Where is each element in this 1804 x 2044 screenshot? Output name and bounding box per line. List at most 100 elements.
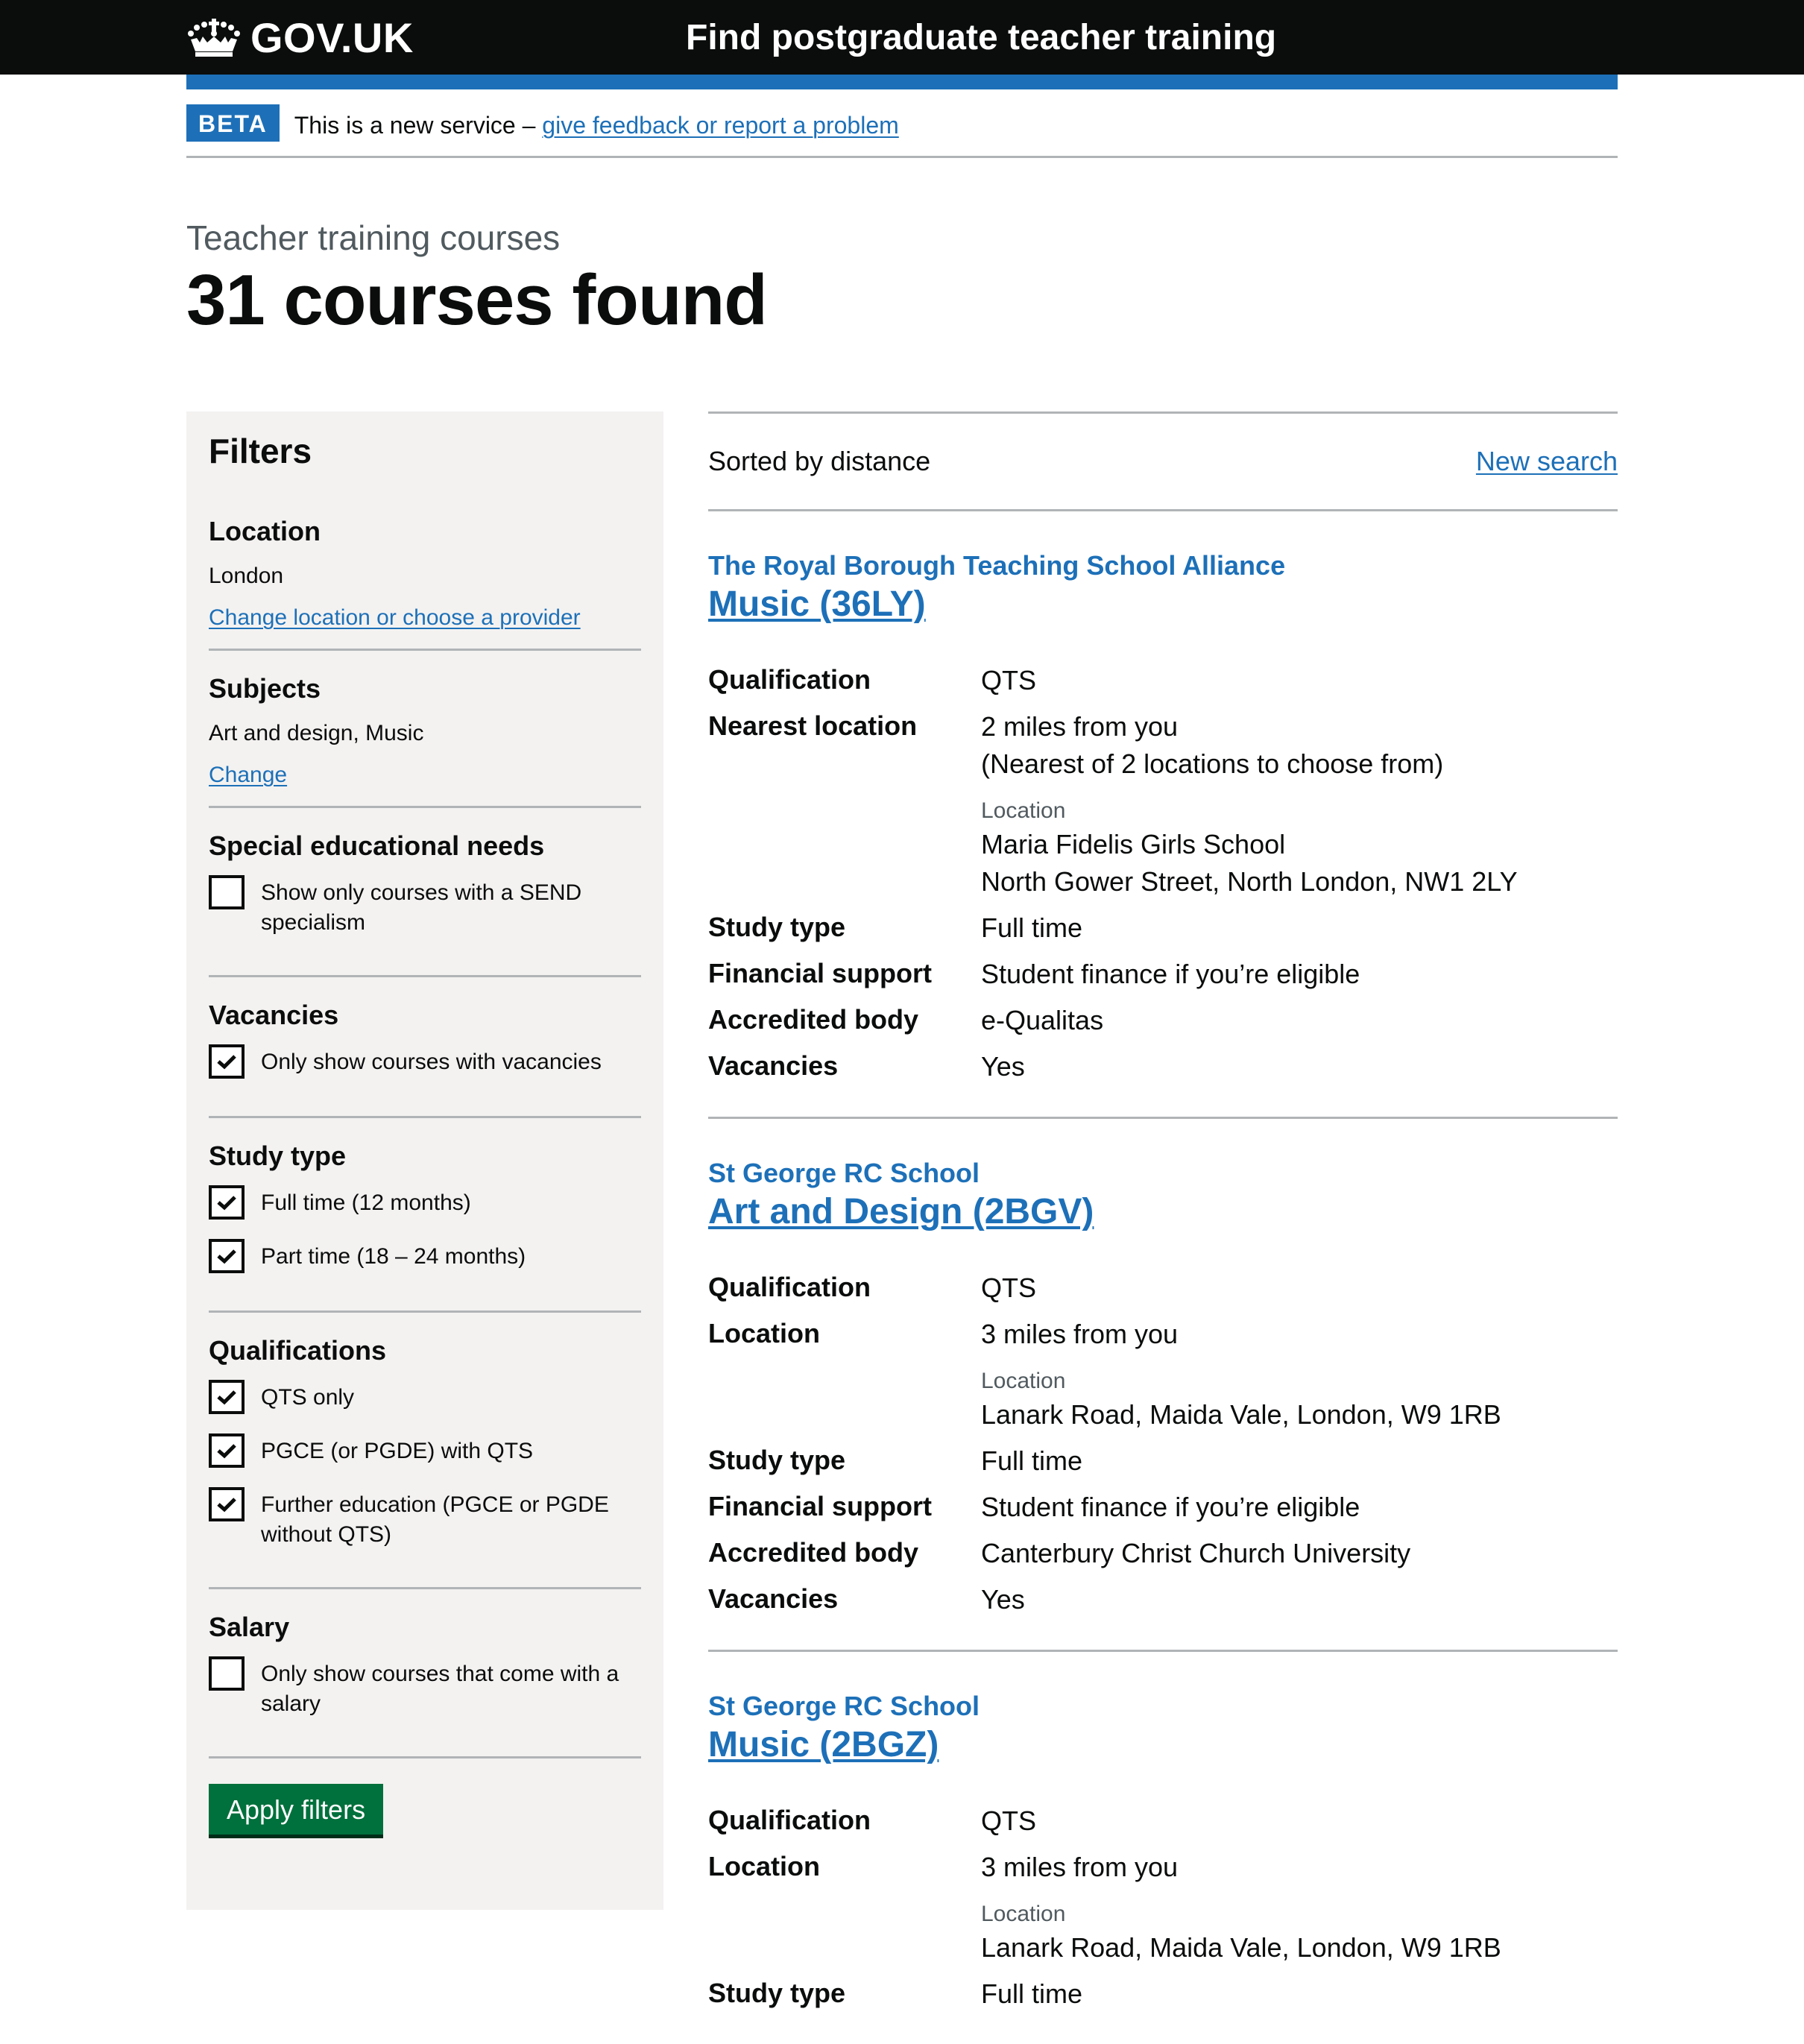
filter-salary-heading: Salary	[209, 1612, 290, 1642]
detail-value: e-Qualitas	[981, 1005, 1104, 1035]
checkbox-label[interactable]: Part time (18 – 24 months)	[261, 1242, 526, 1272]
detail-value: Student finance if you’re eligible	[981, 1492, 1360, 1522]
crown-icon	[188, 19, 240, 57]
phase-banner: BETA This is a new service – give feedba…	[186, 104, 1618, 158]
checkbox-label[interactable]: Show only courses with a SEND specialism	[261, 878, 634, 938]
detail-row-study-type: Study type Full time	[708, 1442, 1618, 1480]
page-caption: Teacher training courses	[186, 218, 561, 257]
checkmark-icon	[217, 1055, 236, 1070]
detail-label: Study type	[708, 1978, 846, 2008]
checkmark-icon	[217, 1444, 236, 1459]
detail-value: Yes	[981, 1584, 1025, 1615]
detail-value: QTS	[981, 1272, 1037, 1303]
detail-label: Financial support	[708, 1491, 933, 1521]
checkmark-icon	[217, 1390, 236, 1405]
location-sublabel: Location	[981, 798, 1066, 823]
detail-row-study-type: Study type Full time	[708, 1975, 1618, 2013]
filter-vacancies-heading: Vacancies	[209, 1000, 339, 1030]
filter-location-heading: Location	[209, 516, 321, 546]
detail-value: Full time	[981, 912, 1083, 943]
change-location-link[interactable]: Change location or choose a provider	[209, 605, 581, 631]
apply-filters-button[interactable]: Apply filters	[209, 1784, 384, 1835]
site-header: GOV.UK Find postgraduate teacher trainin…	[0, 0, 1804, 75]
location-name: Maria Fidelis Girls School	[981, 829, 1286, 859]
sort-label: Sorted by distance	[708, 446, 931, 476]
service-name-link[interactable]: Find postgraduate teacher training	[686, 17, 1276, 58]
detail-label: Study type	[708, 1445, 846, 1475]
checkbox-box[interactable]	[209, 1239, 245, 1273]
detail-value: Canterbury Christ Church University	[981, 1538, 1411, 1568]
detail-value: Student finance if you’re eligible	[981, 959, 1360, 989]
distance-value: 3 miles from you	[981, 1852, 1179, 1882]
change-subjects-link[interactable]: Change	[209, 763, 287, 788]
filter-qualifications: Qualifications QTS only PGCE (or PGDE) w…	[209, 1335, 641, 1589]
phase-banner-message: This is a new service –	[294, 112, 543, 139]
detail-value: 3 miles from you Location Lanark Road, M…	[981, 1849, 1501, 1966]
course-details: Qualification QTS Location 3 miles from …	[708, 1269, 1618, 1618]
course-title-link[interactable]: Art and Design (2BGV)	[708, 1190, 1094, 1234]
results-column: Sorted by distance New search The Royal …	[708, 411, 1618, 2044]
checkbox-label[interactable]: Only show courses that come with a salar…	[261, 1659, 634, 1719]
checkbox-box[interactable]	[209, 1487, 245, 1521]
distance-value: 2 miles from you	[981, 711, 1179, 742]
detail-row-vacancies: Vacancies Yes	[708, 1581, 1618, 1618]
filter-subjects: Subjects Art and design, Music Change	[209, 673, 641, 808]
detail-row-vacancies: Vacancies Yes	[708, 1048, 1618, 1085]
location-sublabel: Location	[981, 1369, 1066, 1393]
filter-subjects-heading: Subjects	[209, 673, 321, 704]
checkbox-box[interactable]	[209, 875, 245, 909]
checkbox-box[interactable]	[209, 1380, 245, 1414]
detail-label: Qualification	[708, 664, 871, 695]
header-container: GOV.UK Find postgraduate teacher trainin…	[186, 0, 1618, 75]
detail-value: Yes	[981, 1051, 1025, 1082]
checkbox-box[interactable]	[209, 1433, 245, 1468]
checkmark-icon	[217, 1249, 236, 1264]
checkbox-label[interactable]: PGCE (or PGDE) with QTS	[261, 1436, 533, 1466]
detail-value: QTS	[981, 1805, 1037, 1836]
detail-row-accredited-body: Accredited body e-Qualitas	[708, 1002, 1618, 1039]
course-details: Qualification QTS Nearest location 2 mil…	[708, 662, 1618, 1085]
salary-checkbox[interactable]: Only show courses that come with a salar…	[209, 1656, 641, 1719]
course-title-link[interactable]: Music (36LY)	[708, 583, 926, 626]
send-checkbox[interactable]: Show only courses with a SEND specialism	[209, 875, 641, 938]
pgce-with-qts-checkbox[interactable]: PGCE (or PGDE) with QTS	[209, 1433, 641, 1468]
filter-qualifications-heading: Qualifications	[209, 1335, 387, 1366]
filter-send: Special educational needs Show only cour…	[209, 830, 641, 977]
part-time-checkbox[interactable]: Part time (18 – 24 months)	[209, 1239, 641, 1273]
filter-study-type: Study type Full time (12 months) Part ti…	[209, 1141, 641, 1313]
further-education-checkbox[interactable]: Further education (PGCE or PGDE without …	[209, 1487, 641, 1550]
checkbox-box[interactable]	[209, 1656, 245, 1691]
course-title-link[interactable]: Music (2BGZ)	[708, 1723, 939, 1767]
checkbox-box[interactable]	[209, 1185, 245, 1220]
full-time-checkbox[interactable]: Full time (12 months)	[209, 1185, 641, 1220]
location-sublabel: Location	[981, 1902, 1066, 1926]
locations-count: (Nearest of 2 locations to choose from)	[981, 748, 1444, 779]
filter-location: Location London Change location or choos…	[209, 516, 641, 651]
vacancies-checkbox[interactable]: Only show courses with vacancies	[209, 1044, 641, 1079]
checkbox-label[interactable]: Further education (PGCE or PGDE without …	[261, 1490, 634, 1550]
detail-label: Accredited body	[708, 1537, 919, 1568]
detail-value: QTS	[981, 665, 1037, 695]
feedback-link[interactable]: give feedback or report a problem	[542, 112, 898, 139]
phase-banner-text: This is a new service – give feedback or…	[294, 112, 899, 139]
distance-value: 3 miles from you	[981, 1319, 1179, 1349]
detail-label: Vacancies	[708, 1050, 839, 1081]
filter-study-type-heading: Study type	[209, 1141, 347, 1171]
detail-label: Financial support	[708, 958, 933, 988]
checkbox-label[interactable]: QTS only	[261, 1383, 354, 1413]
course-result: The Royal Borough Teaching School Allian…	[708, 511, 1618, 1119]
checkbox-label[interactable]: Full time (12 months)	[261, 1188, 471, 1218]
qts-only-checkbox[interactable]: QTS only	[209, 1380, 641, 1414]
detail-row-financial-support: Financial support Student finance if you…	[708, 1489, 1618, 1526]
location-address: Lanark Road, Maida Vale, London, W9 1RB	[981, 1399, 1501, 1430]
sort-bar: Sorted by distance New search	[708, 411, 1618, 511]
provider-name: St George RC School	[708, 1691, 980, 1721]
govuk-logo-link[interactable]: GOV.UK	[186, 13, 414, 62]
checkbox-box[interactable]	[209, 1044, 245, 1079]
new-search-link[interactable]: New search	[1476, 446, 1618, 477]
detail-value: 2 miles from you (Nearest of 2 locations…	[981, 708, 1518, 900]
course-result: St George RC School Art and Design (2BGV…	[708, 1119, 1618, 1652]
detail-row-qualification: Qualification QTS	[708, 1269, 1618, 1307]
location-address: Lanark Road, Maida Vale, London, W9 1RB	[981, 1932, 1501, 1963]
checkbox-label[interactable]: Only show courses with vacancies	[261, 1047, 602, 1077]
